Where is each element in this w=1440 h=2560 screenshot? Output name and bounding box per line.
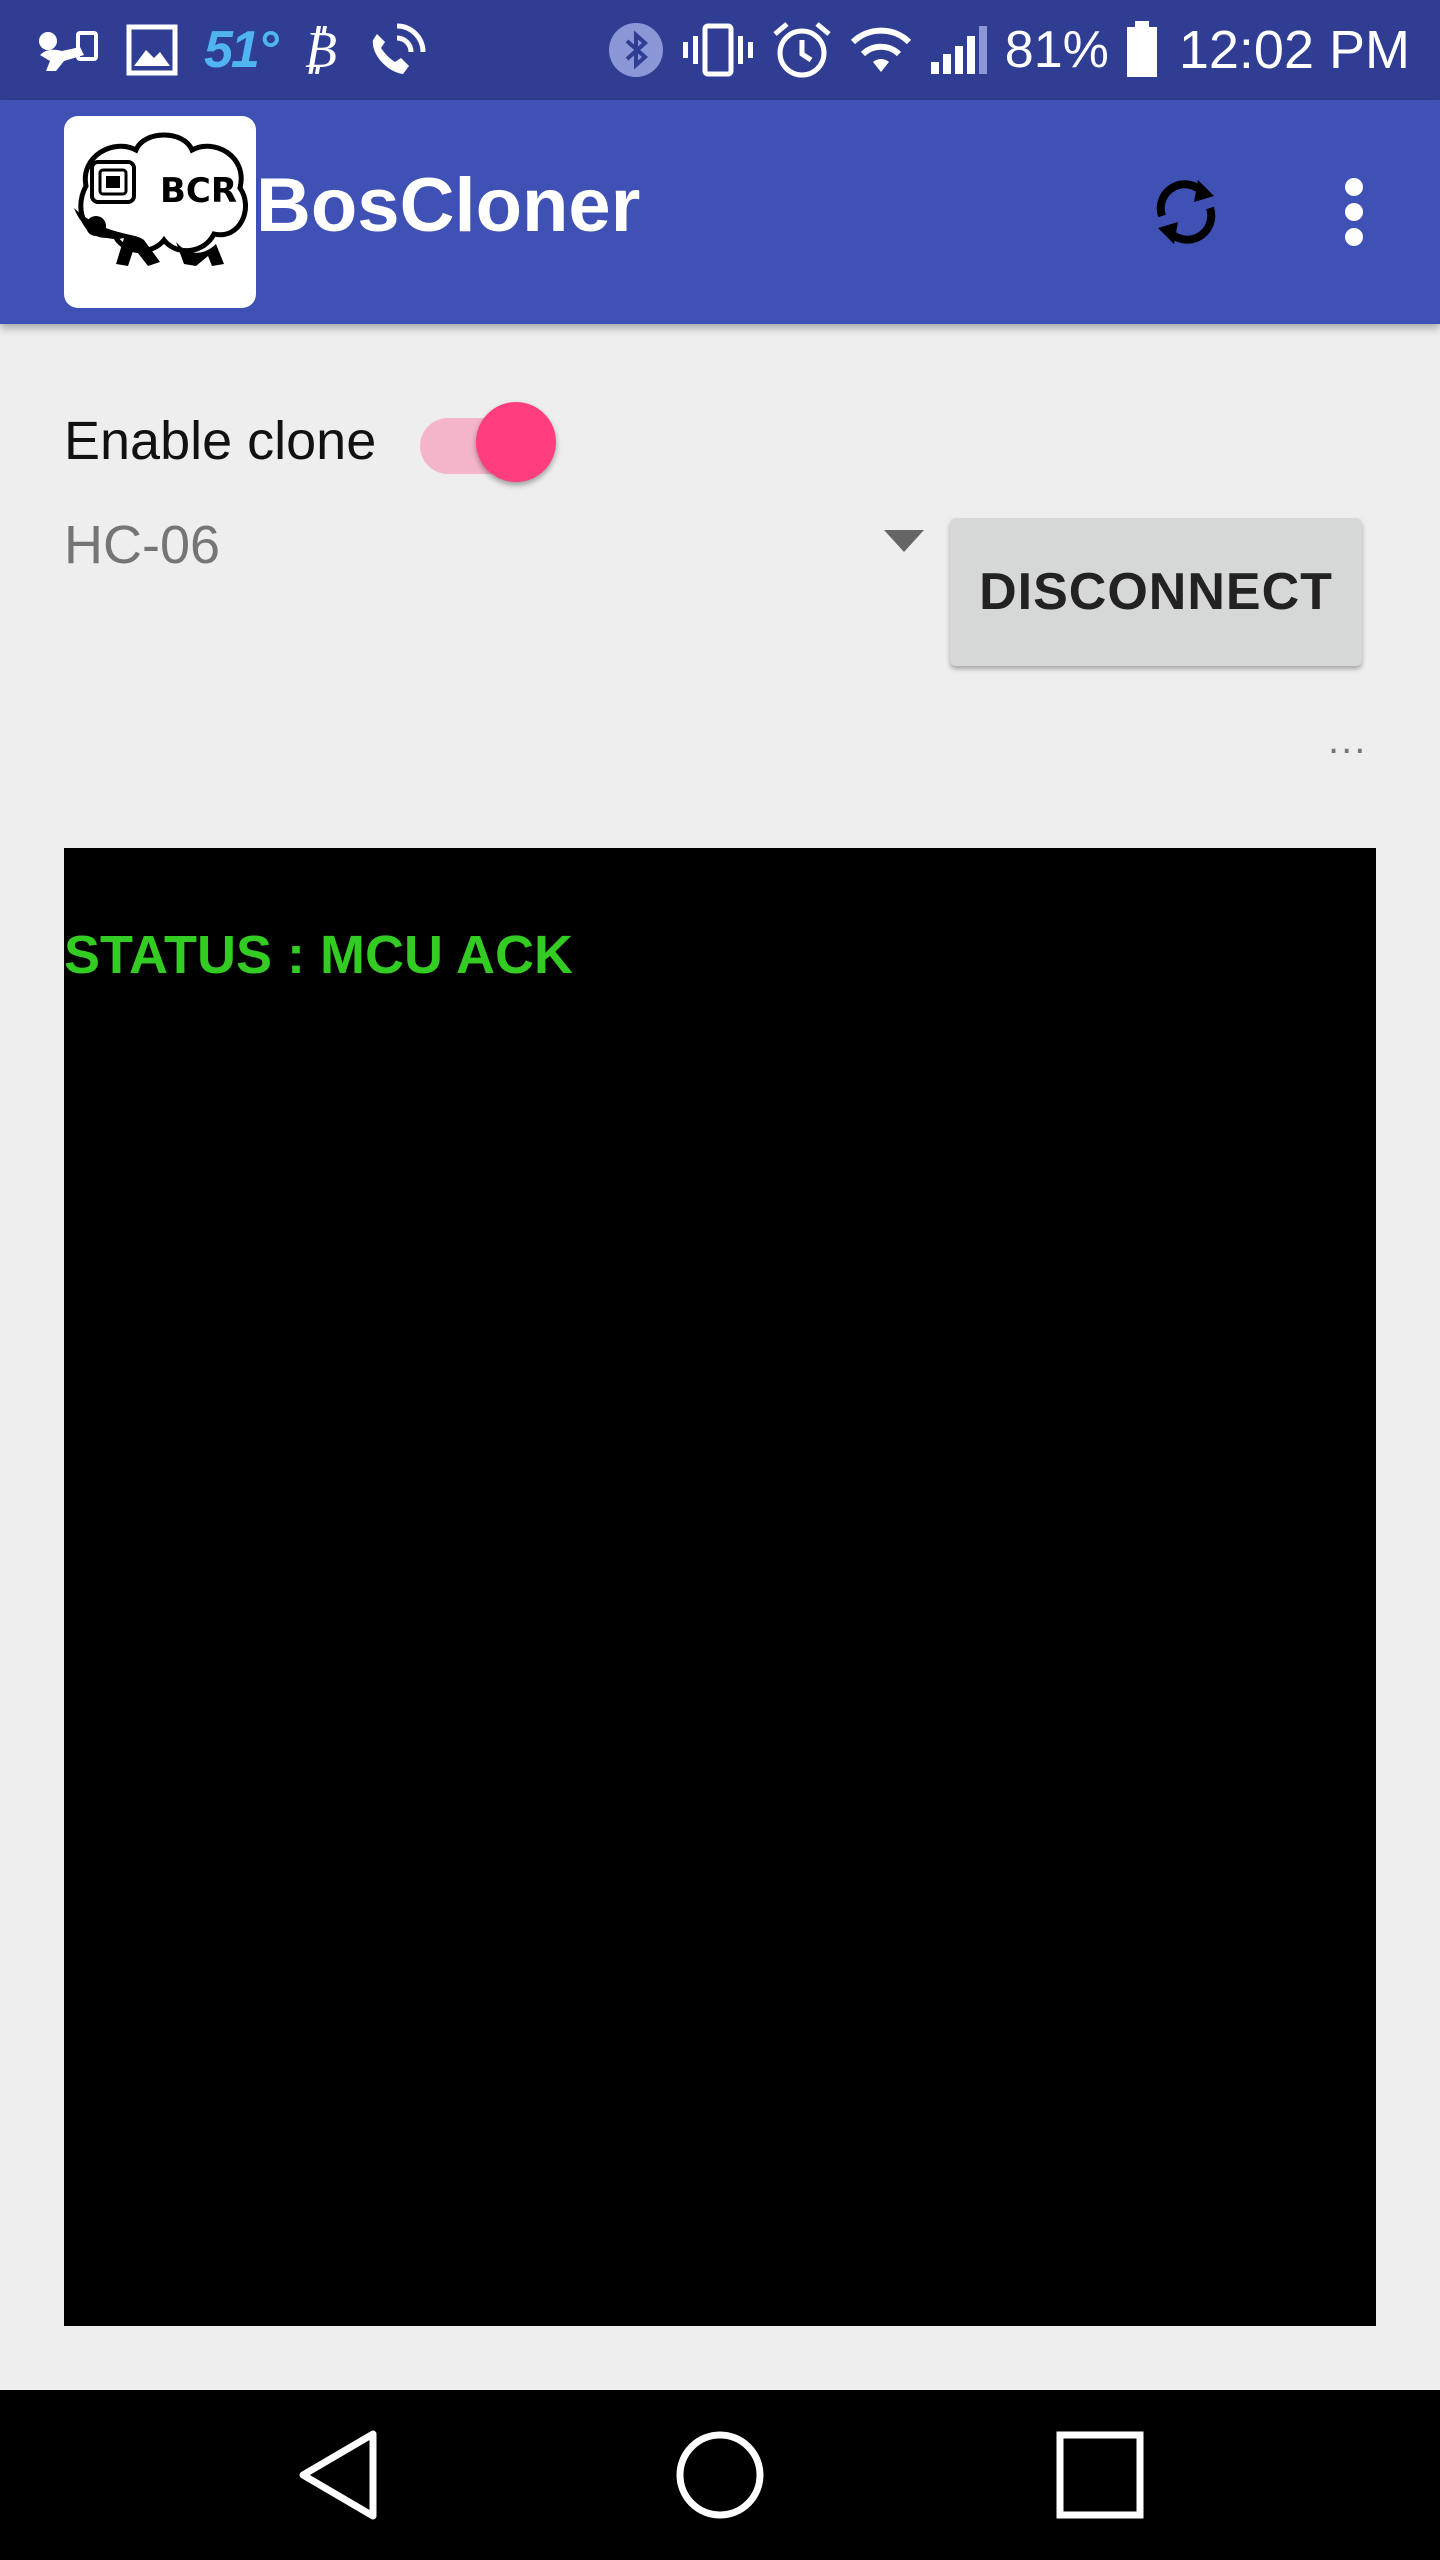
app-logo-text: BCR [160, 171, 237, 211]
status-bar-left: 51° ₿ [34, 20, 427, 80]
clock: 12:02 PM [1178, 20, 1410, 80]
app-title: BosCloner [256, 163, 641, 248]
battery-icon [1125, 20, 1159, 80]
baby-monitor-icon [34, 20, 100, 80]
status-bar-right: 81% 12:02 PM [607, 20, 1410, 80]
recents-button[interactable] [1040, 2415, 1160, 2535]
weather-temperature: 51° [204, 21, 279, 79]
status-bar: 51° ₿ 81% 12:02 PM [0, 0, 1440, 100]
bluetooth-icon [607, 20, 665, 80]
back-button[interactable] [280, 2415, 400, 2535]
enable-clone-switch[interactable] [416, 400, 562, 484]
overflow-ellipsis: ... [1328, 718, 1368, 762]
navigation-bar [0, 2390, 1440, 2560]
home-button[interactable] [660, 2415, 780, 2535]
device-dropdown[interactable]: HC-06 [64, 500, 924, 596]
back-icon [299, 2430, 377, 2520]
switch-thumb [476, 402, 556, 482]
vibrate-icon [681, 20, 755, 80]
dropdown-arrow-icon [884, 530, 924, 552]
more-vert-icon [1345, 178, 1363, 246]
sync-icon [1156, 180, 1216, 244]
overflow-menu-button[interactable] [1310, 168, 1398, 256]
battery-percent: 81% [1004, 21, 1109, 79]
terminal-output: STATUS : MCU ACK [64, 848, 1376, 2326]
wifi-icon [849, 20, 913, 80]
app-logo: BCR [64, 116, 256, 308]
device-selected-value: HC-06 [64, 515, 221, 575]
terminal-status-line: STATUS : MCU ACK [64, 925, 573, 985]
bitcoin-icon: ₿ [302, 20, 337, 80]
alarm-icon [771, 20, 833, 80]
app-bar: BCR BosCloner [0, 100, 1440, 324]
recents-icon [1056, 2431, 1144, 2519]
disconnect-button[interactable]: DISCONNECT [950, 518, 1362, 666]
image-icon [126, 20, 178, 80]
home-icon [676, 2431, 764, 2519]
enable-clone-label: Enable clone [64, 411, 377, 471]
wifi-calling-icon [363, 20, 427, 80]
sync-button[interactable] [1142, 168, 1230, 256]
signal-icon [929, 20, 989, 80]
